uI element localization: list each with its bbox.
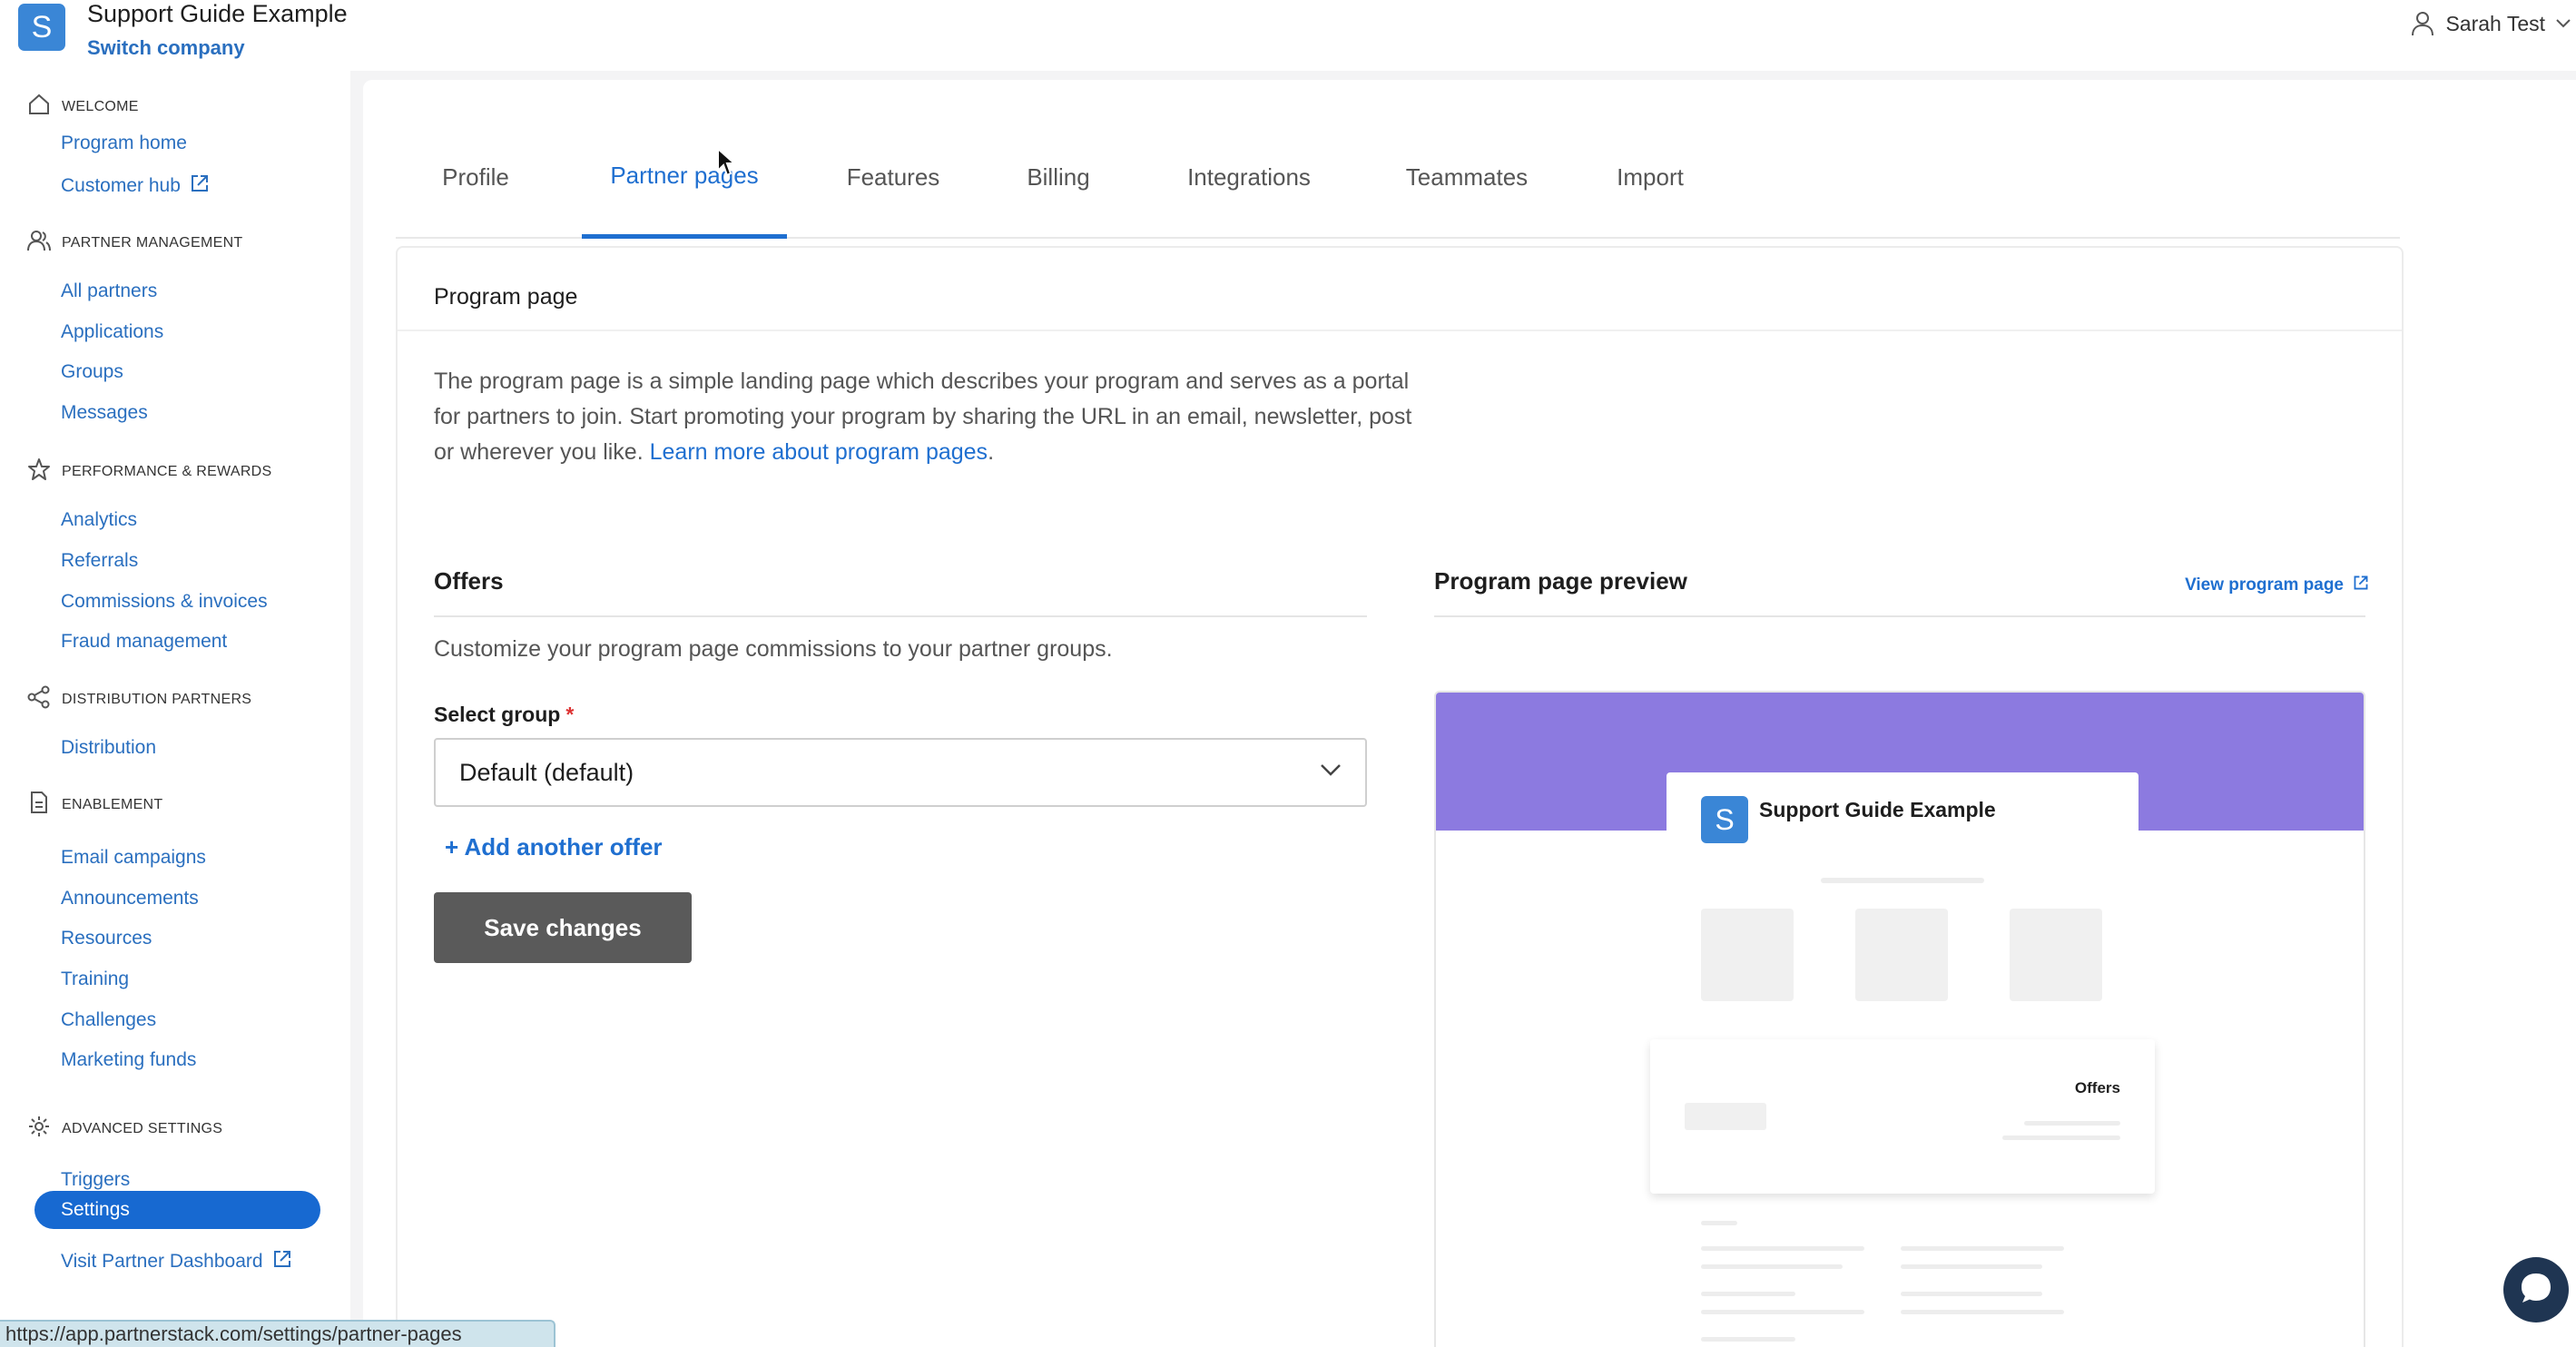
preview-placeholder bbox=[1901, 1292, 2042, 1296]
sidebar-item-messages[interactable]: Messages bbox=[61, 402, 148, 424]
preview-placeholder bbox=[2002, 1136, 2120, 1140]
section-partner-management: PARTNER MANAGEMENT bbox=[27, 229, 243, 257]
chevron-down-icon bbox=[1321, 764, 1341, 776]
share-icon bbox=[27, 685, 51, 713]
preview-placeholder bbox=[1701, 1246, 1864, 1251]
preview-placeholder bbox=[1701, 1221, 1737, 1225]
preview-placeholder bbox=[1901, 1264, 2042, 1269]
home-icon bbox=[27, 93, 51, 121]
save-changes-button[interactable]: Save changes bbox=[434, 892, 692, 963]
preview-company-name: Support Guide Example bbox=[1759, 798, 1996, 821]
selected-group-value: Default (default) bbox=[459, 758, 634, 786]
mouse-cursor-icon bbox=[716, 146, 737, 182]
company-name: Support Guide Example bbox=[87, 0, 348, 27]
preview-offers-label: Offers bbox=[2074, 1079, 2120, 1096]
company-logo: S bbox=[18, 4, 65, 51]
section-distribution-partners: DISTRIBUTION PARTNERS bbox=[27, 685, 251, 713]
tab-features[interactable]: Features bbox=[823, 116, 963, 239]
tab-partner-pages[interactable]: Partner pages bbox=[582, 116, 787, 239]
external-link-icon bbox=[2353, 575, 2369, 596]
users-icon bbox=[27, 229, 51, 257]
preview-offers-card: Offers bbox=[1650, 1039, 2155, 1194]
external-link-icon bbox=[272, 1249, 292, 1274]
sidebar-item-analytics[interactable]: Analytics bbox=[61, 509, 137, 531]
chat-bubble-icon bbox=[2518, 1270, 2554, 1311]
sidebar-item-groups[interactable]: Groups bbox=[61, 361, 123, 383]
program-page-panel: Program page The program page is a simpl… bbox=[396, 246, 2404, 1347]
sidebar-item-all-partners[interactable]: All partners bbox=[61, 280, 157, 302]
sidebar-item-customer-hub[interactable]: Customer hub bbox=[61, 173, 210, 199]
section-welcome: WELCOME bbox=[27, 93, 139, 121]
tab-teammates[interactable]: Teammates bbox=[1376, 116, 1558, 239]
offers-title: Offers bbox=[434, 567, 504, 595]
browser-status-url: https://app.partnerstack.com/settings/pa… bbox=[0, 1320, 556, 1347]
tab-import[interactable]: Import bbox=[1585, 116, 1716, 239]
sidebar-item-settings[interactable]: Settings bbox=[34, 1191, 320, 1229]
section-advanced-settings: ADVANCED SETTINGS bbox=[27, 1115, 222, 1143]
user-name: Sarah Test bbox=[2445, 11, 2545, 35]
external-link-icon bbox=[190, 173, 210, 199]
program-page-description: The program page is a simple landing pag… bbox=[434, 369, 1412, 465]
sidebar-item-distribution[interactable]: Distribution bbox=[61, 737, 156, 759]
sidebar-item-referrals[interactable]: Referrals bbox=[61, 550, 138, 572]
preview-placeholder bbox=[2010, 909, 2102, 1001]
sidebar: WELCOME Program home Customer hub PARTNE… bbox=[0, 71, 350, 1347]
top-bar: S Support Guide Example Switch company S… bbox=[0, 0, 2576, 71]
preview-logo: S bbox=[1701, 796, 1748, 843]
sidebar-item-resources[interactable]: Resources bbox=[61, 928, 152, 949]
section-enablement: ENABLEMENT bbox=[27, 791, 162, 819]
preview-placeholder bbox=[1901, 1310, 2064, 1314]
sidebar-item-training[interactable]: Training bbox=[61, 968, 129, 990]
divider bbox=[398, 329, 2402, 331]
view-program-page-link[interactable]: View program page bbox=[2185, 575, 2369, 596]
sidebar-item-email-campaigns[interactable]: Email campaigns bbox=[61, 847, 206, 869]
sidebar-item-marketing-funds[interactable]: Marketing funds bbox=[61, 1049, 196, 1071]
main-content: Profile Partner pages Features Billing I… bbox=[363, 80, 2576, 1347]
preview-placeholder bbox=[1701, 1337, 1795, 1342]
sidebar-item-applications[interactable]: Applications bbox=[61, 321, 163, 343]
gear-icon bbox=[27, 1115, 51, 1143]
panel-title: Program page bbox=[434, 284, 578, 310]
preview-placeholder bbox=[1685, 1103, 1766, 1130]
section-performance-rewards: PERFORMANCE & REWARDS bbox=[27, 457, 272, 486]
preview-placeholder bbox=[1901, 1246, 2064, 1251]
add-another-offer-button[interactable]: + Add another offer bbox=[445, 833, 663, 861]
preview-title: Program page preview bbox=[1434, 567, 1687, 595]
select-group-label: Select group * bbox=[434, 703, 575, 726]
preview-placeholder bbox=[1701, 1310, 1864, 1314]
sidebar-item-visit-partner-dashboard[interactable]: Visit Partner Dashboard bbox=[61, 1249, 292, 1274]
preview-placeholder bbox=[1855, 909, 1948, 1001]
sidebar-item-announcements[interactable]: Announcements bbox=[61, 888, 199, 909]
tab-billing[interactable]: Billing bbox=[995, 116, 1122, 239]
sidebar-item-program-home[interactable]: Program home bbox=[61, 133, 187, 154]
preview-placeholder bbox=[1701, 1292, 1795, 1296]
preview-placeholder bbox=[1821, 878, 1984, 883]
learn-more-link[interactable]: Learn more about program pages bbox=[650, 439, 988, 465]
user-menu[interactable]: Sarah Test bbox=[2411, 11, 2576, 36]
required-marker: * bbox=[565, 703, 575, 726]
sidebar-item-challenges[interactable]: Challenges bbox=[61, 1009, 156, 1031]
sidebar-item-triggers[interactable]: Triggers bbox=[61, 1169, 130, 1191]
preview-placeholder bbox=[1701, 909, 1794, 1001]
preview-placeholder bbox=[1701, 1264, 1843, 1269]
divider bbox=[1434, 615, 2365, 617]
preview-placeholder bbox=[2024, 1121, 2120, 1126]
offers-description: Customize your program page commissions … bbox=[434, 636, 1113, 662]
chat-button[interactable] bbox=[2503, 1257, 2569, 1322]
switch-company-link[interactable]: Switch company bbox=[87, 36, 245, 60]
settings-tabs: Profile Partner pages Features Billing I… bbox=[396, 116, 2400, 239]
sidebar-item-fraud-management[interactable]: Fraud management bbox=[61, 631, 227, 653]
select-group-dropdown[interactable]: Default (default) bbox=[434, 738, 1367, 807]
user-icon bbox=[2411, 11, 2434, 36]
divider bbox=[434, 615, 1367, 617]
tab-integrations[interactable]: Integrations bbox=[1149, 116, 1349, 239]
document-icon bbox=[27, 791, 51, 819]
program-page-preview: S Support Guide Example Offers bbox=[1434, 691, 2365, 1347]
tab-profile[interactable]: Profile bbox=[396, 116, 556, 239]
sidebar-item-commissions-invoices[interactable]: Commissions & invoices bbox=[61, 591, 268, 613]
star-icon bbox=[27, 457, 51, 486]
chevron-down-icon bbox=[2556, 19, 2571, 28]
